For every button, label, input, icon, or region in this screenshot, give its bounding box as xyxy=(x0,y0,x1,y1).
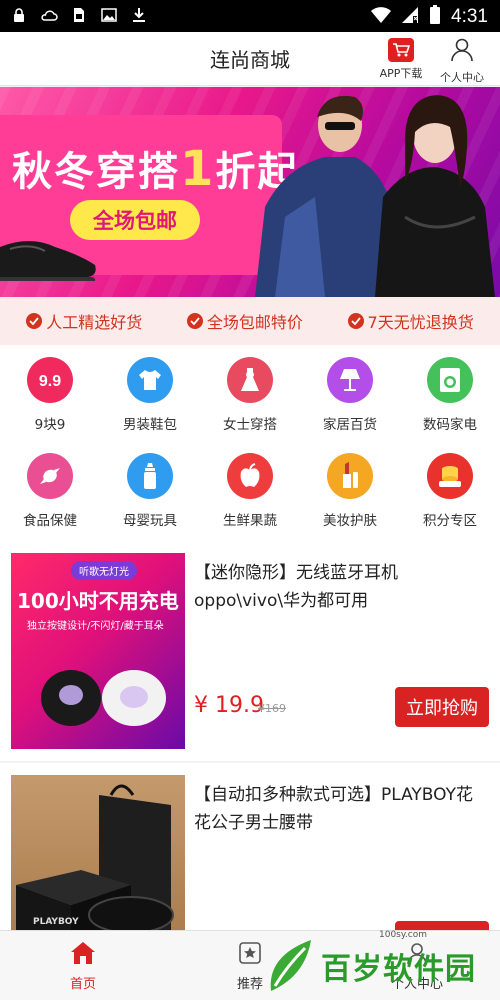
product-card[interactable]: PLAYBOY 【自动扣多种款式可选】PLAYBOY花花公子男士腰带 xyxy=(0,763,500,945)
category-home[interactable]: 家居百货 xyxy=(300,357,400,433)
banner-headline-pre: 秋冬穿搭 xyxy=(12,149,180,195)
category-9-9[interactable]: 9.9 9块9 xyxy=(0,357,100,433)
category-menswear[interactable]: 男装鞋包 xyxy=(100,357,200,433)
check-icon xyxy=(347,313,364,329)
weather-icon xyxy=(40,6,58,24)
category-food[interactable]: 食品保健 xyxy=(0,453,100,529)
category-label: 男装鞋包 xyxy=(123,417,177,433)
category-label: 女士穿搭 xyxy=(223,417,277,433)
product-old-price: ¥169 xyxy=(258,702,286,715)
product-image: PLAYBOY xyxy=(11,775,185,945)
product-title: 【迷你隐形】无线蓝牙耳机oppo\vivo\华为都可用 xyxy=(194,563,398,611)
bottle-icon xyxy=(127,453,173,499)
app-header: 连尚商城 APP下载 个人中心 xyxy=(0,32,500,86)
category-label: 9块9 xyxy=(34,417,66,433)
lamp-icon xyxy=(327,357,373,403)
guarantee-item: 7天无忧退换货 xyxy=(347,309,474,333)
signal-icon xyxy=(401,6,419,28)
lock-icon xyxy=(10,6,28,24)
washer-icon xyxy=(427,357,473,403)
dress-icon xyxy=(227,357,273,403)
product-title: 【自动扣多种款式可选】PLAYBOY花花公子男士腰带 xyxy=(194,785,474,833)
category-label: 母婴玩具 xyxy=(123,513,177,529)
category-electronics[interactable]: 数码家电 xyxy=(400,357,500,433)
tshirt-icon xyxy=(127,357,173,403)
models-image xyxy=(255,95,495,297)
category-label: 积分专区 xyxy=(423,513,477,529)
category-fresh[interactable]: 生鲜果蔬 xyxy=(200,453,300,529)
banner-headline-num: 1 xyxy=(180,141,216,197)
guarantee-strip: 人工精选好货 全场包邮特价 7天无忧退换货 xyxy=(0,297,500,345)
apple-icon xyxy=(227,453,273,499)
coins-icon xyxy=(427,453,473,499)
guarantee-label: 7天无忧退换货 xyxy=(367,313,474,332)
product-image: 听歌无灯光 100小时不用充电 独立按键设计/不闪灯/藏于耳朵 xyxy=(11,553,185,749)
category-label: 生鲜果蔬 xyxy=(223,513,277,529)
check-icon xyxy=(26,313,43,329)
product-price: ¥ 19.9 xyxy=(194,693,264,718)
product-card[interactable]: 听歌无灯光 100小时不用充电 独立按键设计/不闪灯/藏于耳朵 【迷你隐形】无线… xyxy=(0,541,500,761)
download-icon xyxy=(130,6,148,24)
watermark-text: 百岁软件园 xyxy=(321,952,476,987)
lipstick-icon xyxy=(327,453,373,499)
status-time: 4:31 xyxy=(451,6,488,27)
status-bar: 4:31 xyxy=(0,0,500,32)
shoe-image xyxy=(0,241,96,281)
promo-banner[interactable]: 秋冬穿搭1折起 全场包邮 xyxy=(0,87,500,297)
svg-text:9.9: 9.9 xyxy=(39,373,61,390)
check-icon xyxy=(186,313,203,329)
buy-now-button[interactable]: 立即抢购 xyxy=(395,687,489,727)
brand-logo-text: PLAYBOY xyxy=(33,917,79,927)
sim-icon xyxy=(70,6,88,24)
user-center-label: 个人中心 xyxy=(440,71,484,84)
watermark-url: 100sy.com xyxy=(379,930,427,940)
nine-nine-icon: 9.9 xyxy=(27,357,73,403)
image-icon xyxy=(100,6,118,24)
guarantee-item: 全场包邮特价 xyxy=(186,309,303,333)
category-label: 食品保健 xyxy=(23,513,77,529)
leaf-logo-icon xyxy=(270,940,311,991)
battery-icon xyxy=(429,5,441,29)
image-headline: 100小时不用充电 xyxy=(17,589,179,613)
category-beauty[interactable]: 美妆护肤 xyxy=(300,453,400,529)
guarantee-label: 全场包邮特价 xyxy=(206,313,303,332)
earbud-icon xyxy=(41,670,166,726)
tab-home[interactable]: 首页 xyxy=(38,941,128,992)
category-label: 美妆护肤 xyxy=(323,513,377,529)
cart-icon xyxy=(388,38,414,62)
site-watermark: 100sy.com 百岁软件园 xyxy=(255,930,500,1000)
guarantee-label: 人工精选好货 xyxy=(46,313,143,332)
image-subline: 独立按键设计/不闪灯/藏于耳朵 xyxy=(27,621,164,632)
category-points[interactable]: 积分专区 xyxy=(400,453,500,529)
home-icon xyxy=(70,942,96,969)
category-womenswear[interactable]: 女士穿搭 xyxy=(200,357,300,433)
candy-icon xyxy=(27,453,73,499)
category-label: 数码家电 xyxy=(423,417,477,433)
app-download-label: APP下载 xyxy=(379,67,423,80)
app-download-button[interactable]: APP下载 xyxy=(376,38,426,81)
category-baby[interactable]: 母婴玩具 xyxy=(100,453,200,529)
category-label: 家居百货 xyxy=(323,417,377,433)
wifi-icon xyxy=(371,7,392,27)
tab-label: 首页 xyxy=(69,977,96,992)
image-tag: 听歌无灯光 xyxy=(71,561,137,580)
user-icon xyxy=(451,38,473,66)
guarantee-item: 人工精选好货 xyxy=(26,309,142,333)
category-grid: 9.9 9块9 男装鞋包 女士穿搭 家居百货 数码家电 食品保健 母婴玩具 生鲜… xyxy=(0,345,500,541)
user-center-button[interactable]: 个人中心 xyxy=(436,38,488,85)
